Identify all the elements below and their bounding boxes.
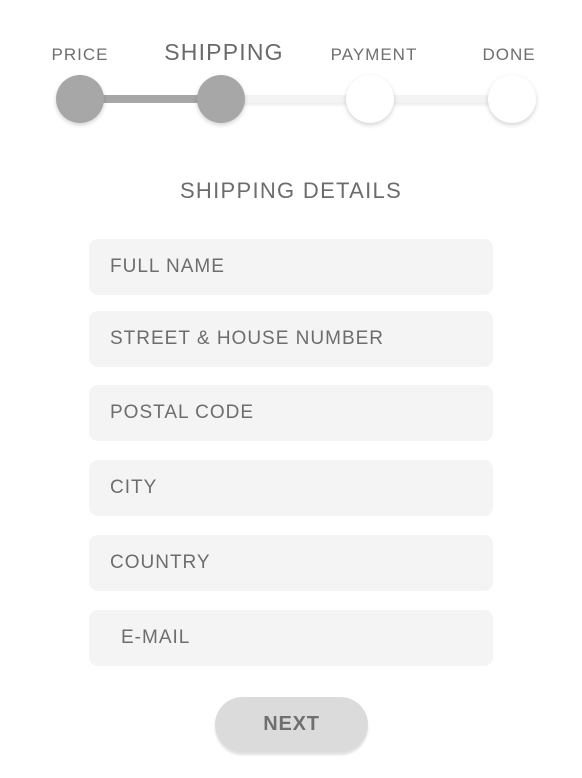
step-dot-shipping[interactable] xyxy=(197,75,245,123)
postal-code-field[interactable] xyxy=(89,385,493,441)
step-dot-done[interactable] xyxy=(488,75,536,123)
city-field[interactable] xyxy=(89,460,493,516)
street-house-number-field[interactable] xyxy=(89,311,493,367)
email-field[interactable] xyxy=(89,610,493,666)
step-label-done: DONE xyxy=(482,45,536,64)
step-label-price: PRICE xyxy=(51,45,109,64)
step-label-shipping: SHIPPING xyxy=(164,39,284,65)
section-title: SHIPPING DETAILS xyxy=(179,178,403,203)
step-dot-price[interactable] xyxy=(56,75,104,123)
step-label-payment: PAYMENT xyxy=(330,45,418,64)
step-dot-payment[interactable] xyxy=(346,75,394,123)
country-field[interactable] xyxy=(89,535,493,591)
next-button[interactable]: NEXT xyxy=(215,697,368,752)
full-name-field[interactable] xyxy=(89,239,493,295)
